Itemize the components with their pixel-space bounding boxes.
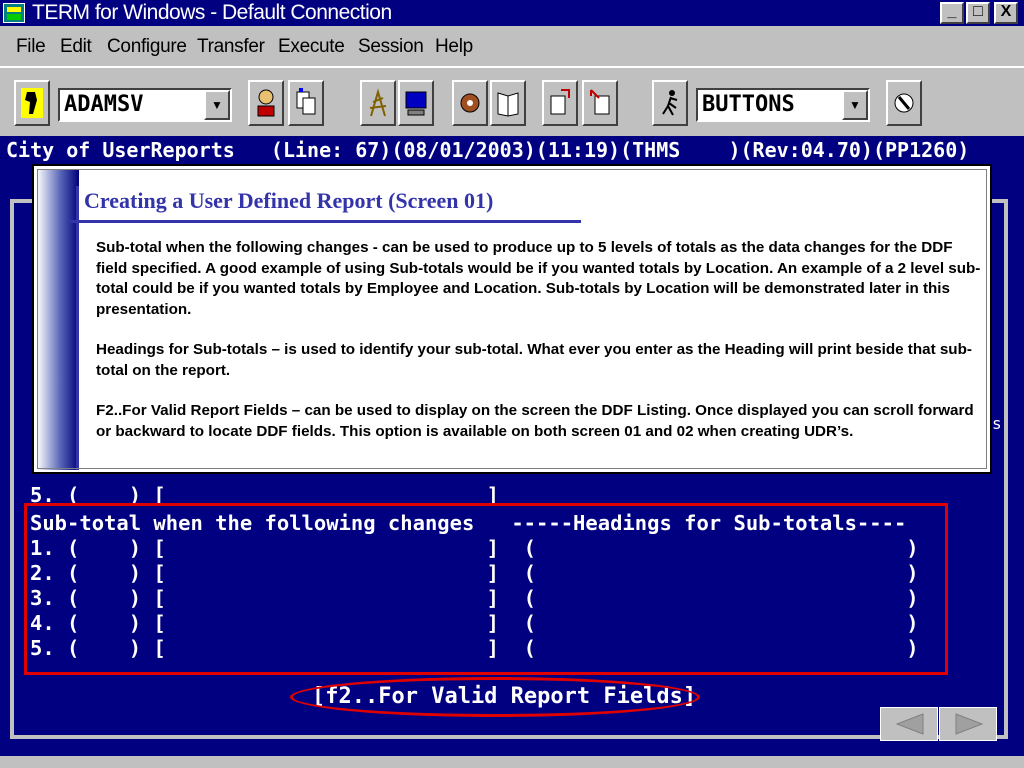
partial-char: s: [992, 414, 1002, 433]
settings-button[interactable]: [886, 80, 922, 126]
menu-session[interactable]: Session: [358, 36, 424, 58]
copy-icon: [296, 88, 316, 115]
callout-paragraph-subtotal: Sub-total when the following changes - c…: [96, 239, 981, 318]
terminal-frame-left: [10, 199, 14, 739]
connection-select-value: ADAMSV: [64, 92, 144, 117]
app-icon[interactable]: [3, 3, 25, 23]
buttons-select[interactable]: BUTTONS ▼: [696, 88, 870, 122]
network-button[interactable]: [360, 80, 396, 126]
title-bar: TERM for Windows - Default Connection _ …: [0, 0, 1024, 26]
menu-configure[interactable]: Configure: [107, 36, 187, 58]
f2-highlight-oval: [290, 677, 700, 717]
callout-divider-horizontal: [69, 220, 581, 223]
toolbar: ADAMSV ▼ BUTTONS ▼: [0, 66, 1024, 136]
bottom-strip: [0, 756, 1024, 768]
book-icon: [497, 92, 519, 117]
terminal-frame-bottom: [10, 735, 1008, 739]
maximize-button[interactable]: □: [966, 2, 990, 24]
terminal-frame-top-left: [10, 199, 34, 203]
network-icon: [369, 88, 387, 117]
book-button[interactable]: [490, 80, 526, 126]
buttons-select-value: BUTTONS: [702, 92, 795, 117]
run-button[interactable]: [652, 80, 688, 126]
callout-paragraph-headings: Headings for Sub-totals – is used to ide…: [96, 341, 972, 379]
send-button[interactable]: [542, 80, 578, 126]
window-title: TERM for Windows - Default Connection: [32, 1, 392, 24]
previous-slide-button[interactable]: [880, 707, 938, 741]
copy-button[interactable]: [288, 80, 324, 126]
pen-icon: [894, 93, 914, 113]
tools-icon: [460, 93, 480, 113]
menu-help[interactable]: Help: [435, 36, 473, 58]
callout-title: Creating a User Defined Report (Screen 0…: [84, 188, 494, 213]
chevron-down-icon[interactable]: ▼: [204, 90, 230, 120]
terminal-frame-right: [1004, 199, 1008, 739]
menu-file[interactable]: File: [16, 36, 46, 58]
menu-execute[interactable]: Execute: [278, 36, 345, 58]
arrow-right-icon: [955, 713, 984, 735]
receive-button[interactable]: [582, 80, 618, 126]
phone-icon: [257, 89, 275, 117]
minimize-button[interactable]: _: [940, 2, 964, 24]
menu-transfer[interactable]: Transfer: [197, 36, 265, 58]
connect-button[interactable]: [14, 80, 50, 126]
connection-select[interactable]: ADAMSV ▼: [58, 88, 232, 122]
receive-icon: [590, 89, 610, 115]
menu-bar: File Edit Configure Transfer Execute Ses…: [0, 26, 1024, 66]
phone-button[interactable]: [248, 80, 284, 126]
callout-gradient-bar: [37, 170, 79, 470]
status-line: City of UserReports (Line: 67)(08/01/200…: [6, 138, 970, 162]
menu-edit[interactable]: Edit: [60, 36, 92, 58]
tools-button[interactable]: [452, 80, 488, 126]
monitor-icon: [405, 91, 427, 116]
callout-paragraph-f2: F2..For Valid Report Fields – can be use…: [96, 402, 974, 440]
monitor-button[interactable]: [398, 80, 434, 126]
chevron-down-icon[interactable]: ▼: [842, 90, 868, 120]
terminal-frame-top-right: [990, 199, 1008, 203]
connect-icon: [21, 88, 43, 118]
next-slide-button[interactable]: [939, 707, 997, 741]
run-icon: [662, 90, 678, 116]
arrow-left-icon: [895, 713, 924, 735]
close-button[interactable]: X: [994, 2, 1018, 24]
subtotal-highlight-box: [24, 503, 948, 675]
callout-panel: Creating a User Defined Report (Screen 0…: [32, 164, 992, 474]
callout-divider-vertical: [76, 186, 79, 470]
send-icon: [550, 89, 570, 115]
